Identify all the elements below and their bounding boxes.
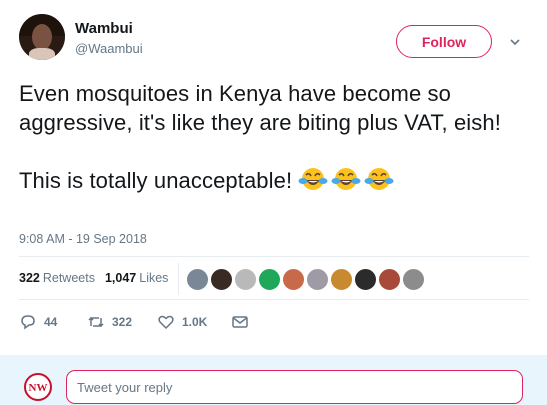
liker-avatar[interactable] <box>354 268 377 291</box>
reply-icon <box>21 315 35 330</box>
liker-avatar[interactable] <box>330 268 353 291</box>
retweet-action[interactable]: 322 <box>87 314 157 330</box>
face-with-tears-of-joy-icon <box>364 168 394 190</box>
user-avatar[interactable] <box>19 14 65 60</box>
divider <box>19 256 529 257</box>
liker-avatar[interactable] <box>210 268 233 291</box>
heart-icon <box>158 315 174 330</box>
reply-avatar: NW <box>24 373 52 401</box>
reply-avatar-text: NW <box>29 382 48 394</box>
stats-separator <box>178 263 179 295</box>
user-handle[interactable]: @Waambui <box>75 41 143 56</box>
face-with-tears-of-joy-icon <box>331 168 361 190</box>
divider <box>19 299 529 300</box>
tweet-timestamp[interactable]: 9:08 AM - 19 Sep 2018 <box>19 232 147 246</box>
engagement-stats: 322 Retweets 1,047 Likes <box>19 271 168 285</box>
liker-avatar[interactable] <box>378 268 401 291</box>
like-count: 1.0K <box>182 315 208 329</box>
tweet-text: Even mosquitoes in Kenya have become so … <box>19 79 529 195</box>
reply-input[interactable] <box>66 370 523 404</box>
likes-label: Likes <box>139 271 169 285</box>
emoji-group <box>298 166 394 192</box>
liker-avatars <box>186 268 425 291</box>
likes-stat[interactable]: 1,047 Likes <box>105 271 168 285</box>
chevron-down-icon[interactable] <box>508 35 522 49</box>
nw-logo-icon: NW <box>27 376 49 398</box>
retweets-count: 322 <box>19 271 40 285</box>
retweet-icon <box>88 316 104 328</box>
envelope-icon <box>232 316 248 328</box>
user-name[interactable]: Wambui <box>75 20 133 37</box>
like-action[interactable]: 1.0K <box>157 314 231 330</box>
retweets-label: Retweets <box>42 271 95 285</box>
tweet-body: Even mosquitoes in Kenya have become so … <box>19 81 501 193</box>
retweet-count: 322 <box>112 315 133 329</box>
face-with-tears-of-joy-icon <box>298 168 328 190</box>
likes-count: 1,047 <box>104 271 137 285</box>
liker-avatar[interactable] <box>234 268 257 291</box>
liker-avatar[interactable] <box>306 268 329 291</box>
follow-button[interactable]: Follow <box>396 25 492 58</box>
reply-action[interactable]: 44 <box>19 314 87 330</box>
tweet-actions: 44 322 1.0K <box>19 314 249 330</box>
direct-message-action[interactable] <box>231 314 249 330</box>
liker-avatar[interactable] <box>186 268 209 291</box>
retweets-stat[interactable]: 322 Retweets <box>19 271 95 285</box>
tweet-card: Wambui @Waambui Follow Even mosquitoes i… <box>0 0 547 360</box>
liker-avatar[interactable] <box>258 268 281 291</box>
liker-avatar[interactable] <box>282 268 305 291</box>
liker-avatar[interactable] <box>402 268 425 291</box>
reply-count: 44 <box>44 315 58 329</box>
